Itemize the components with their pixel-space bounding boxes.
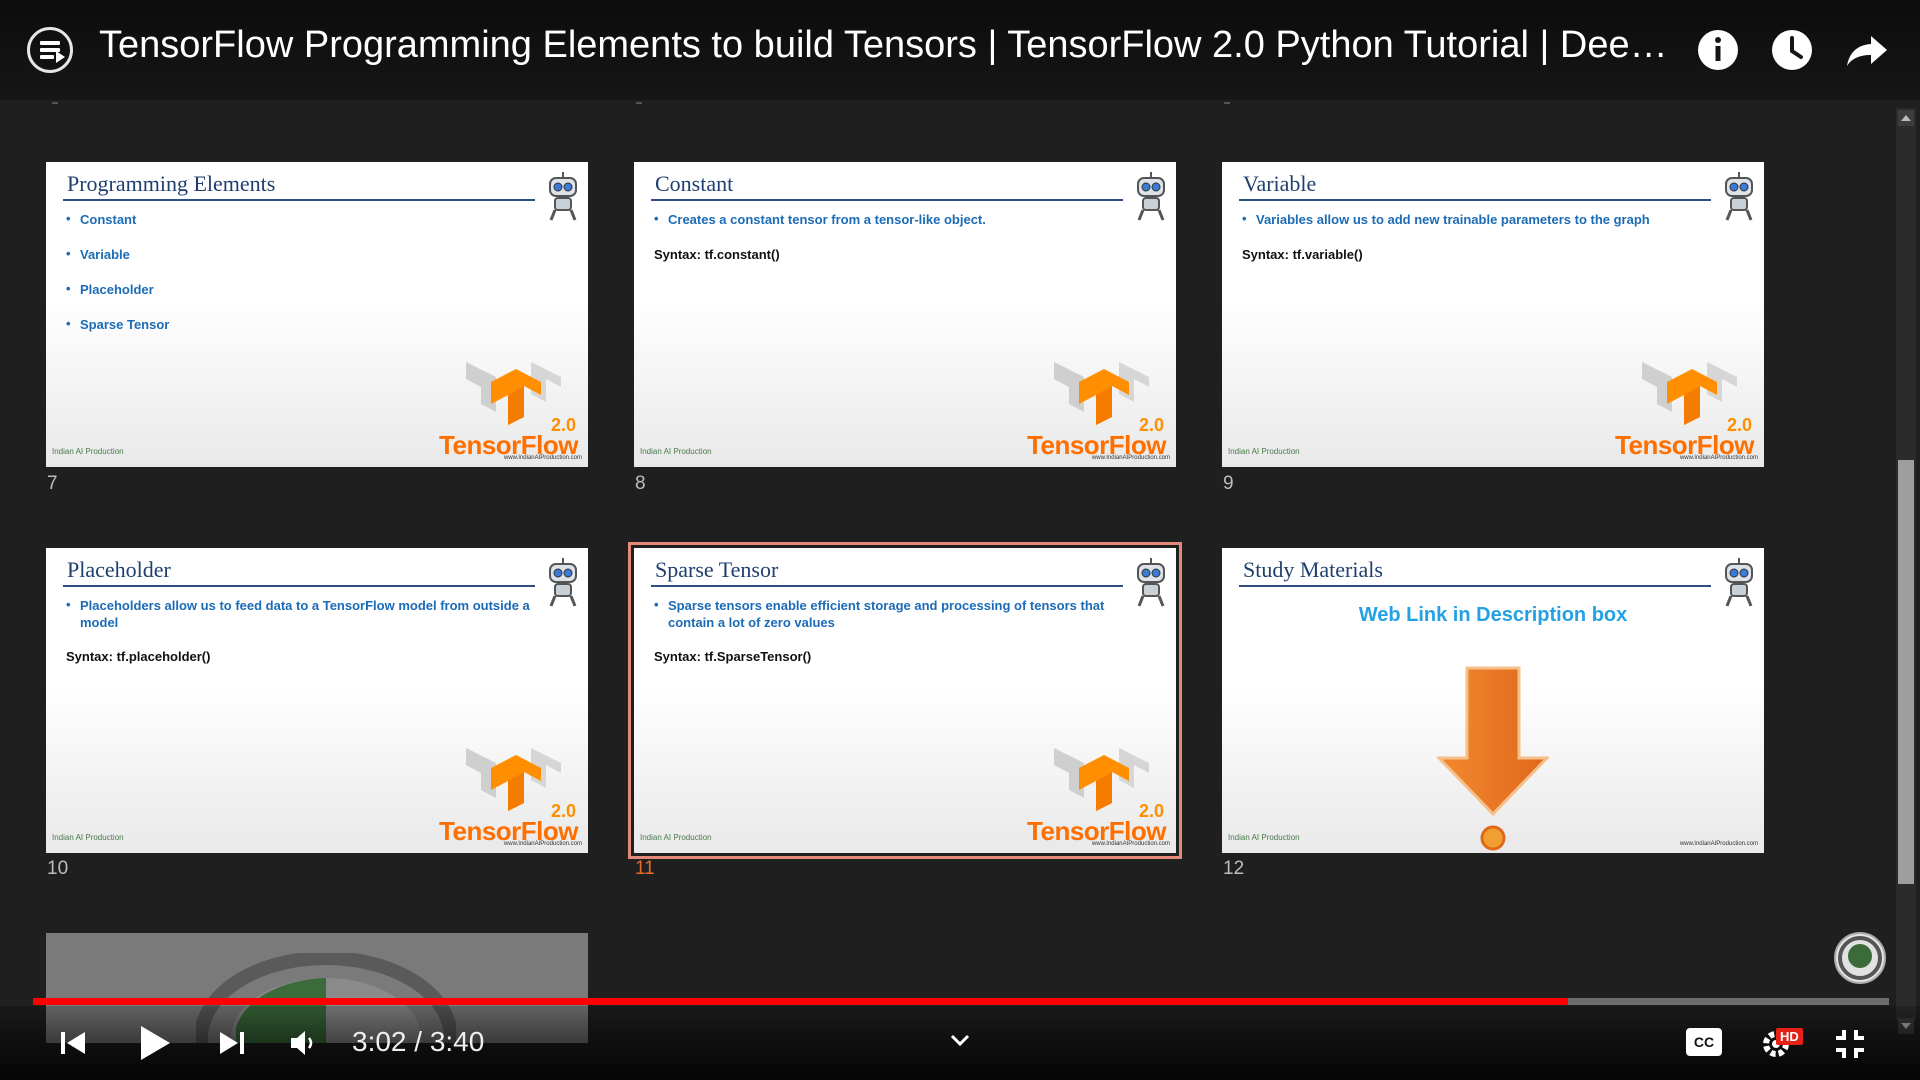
- video-title[interactable]: TensorFlow Programming Elements to build…: [99, 24, 1679, 67]
- slide-title: Constant: [655, 171, 734, 196]
- bullet-item: Sparse tensors enable efficient storage …: [654, 596, 1124, 631]
- exit-fullscreen-icon[interactable]: [1832, 1026, 1868, 1062]
- brand-footer-right: www.IndianAIProduction.com: [1091, 455, 1170, 461]
- brand-footer-right: www.IndianAIProduction.com: [1679, 841, 1758, 847]
- brand-footer-left: Indian AI Production: [640, 833, 712, 842]
- progress-played: [33, 998, 1568, 1005]
- title-rule: [651, 585, 1123, 587]
- brand-footer-right: www.IndianAIProduction.com: [503, 841, 582, 847]
- previous-icon[interactable]: [58, 1028, 88, 1058]
- slide-title: Sparse Tensor: [655, 557, 779, 582]
- bullet-item: Constant: [66, 210, 536, 228]
- title-rule: [1239, 199, 1711, 201]
- slide-number: 12: [1223, 858, 1245, 879]
- bullet-item: Variables allow us to add new trainable …: [1242, 210, 1712, 228]
- brand-footer-left: Indian AI Production: [1228, 447, 1300, 456]
- syntax-text: Syntax: tf.variable(): [1242, 247, 1363, 262]
- slide-thumbnail-8[interactable]: Constant Creates a constant tensor from …: [634, 162, 1176, 467]
- robot-icon: [549, 558, 577, 607]
- chevron-down-icon[interactable]: [948, 1028, 972, 1052]
- divider-mark: [636, 102, 642, 104]
- bullet-item: Placeholders allow us to feed data to a …: [66, 596, 536, 631]
- slide-title: Programming Elements: [67, 171, 276, 196]
- bullet-list: Sparse tensors enable efficient storage …: [654, 596, 1124, 649]
- brand-footer-right: www.IndianAIProduction.com: [1091, 841, 1170, 847]
- slide-number: 10: [47, 858, 69, 879]
- bullet-list: Creates a constant tensor from a tensor-…: [654, 210, 1124, 246]
- robot-icon: [1137, 172, 1165, 221]
- title-rule: [63, 199, 535, 201]
- bullet-list: Variables allow us to add new trainable …: [1242, 210, 1712, 246]
- slide-thumbnail-9[interactable]: Variable Variables allow us to add new t…: [1222, 162, 1764, 467]
- divider-mark: [52, 102, 58, 104]
- syntax-text: Syntax: tf.SparseTensor(): [654, 649, 812, 664]
- robot-icon: [1725, 558, 1753, 607]
- slide-number: 8: [635, 473, 646, 494]
- share-icon[interactable]: [1845, 28, 1889, 72]
- bullet-item: Variable: [66, 245, 536, 263]
- bullet-item: Placeholder: [66, 280, 536, 298]
- next-icon[interactable]: [217, 1028, 247, 1058]
- hd-badge: HD: [1776, 1028, 1803, 1045]
- brand-footer-left: Indian AI Production: [52, 447, 124, 456]
- channel-watermark-avatar[interactable]: [1834, 932, 1886, 984]
- slide-title: Variable: [1243, 171, 1317, 196]
- playlist-icon[interactable]: [27, 27, 73, 73]
- bullet-list: Placeholders allow us to feed data to a …: [66, 596, 536, 649]
- title-rule: [1239, 585, 1711, 587]
- robot-icon: [549, 172, 577, 221]
- down-arrow-icon: [1437, 666, 1549, 816]
- slide-title: Placeholder: [67, 557, 171, 582]
- slide-number-current: 11: [635, 858, 655, 879]
- slide-number: 7: [47, 473, 58, 494]
- watch-later-icon[interactable]: [1770, 28, 1814, 72]
- volume-icon[interactable]: [288, 1028, 318, 1058]
- robot-icon: [1725, 172, 1753, 221]
- brand-footer-right: www.IndianAIProduction.com: [1679, 455, 1758, 461]
- brand-footer-right: www.IndianAIProduction.com: [503, 455, 582, 461]
- slide-thumbnail-11[interactable]: Sparse Tensor Sparse tensors enable effi…: [628, 542, 1182, 859]
- bullet-item: Sparse Tensor: [66, 315, 536, 333]
- captions-button[interactable]: CC: [1686, 1028, 1722, 1056]
- slide-thumbnail-12[interactable]: Study Materials Web Link in Description …: [1222, 548, 1764, 853]
- title-rule: [651, 199, 1123, 201]
- brand-footer-left: Indian AI Production: [1228, 833, 1300, 842]
- bullet-item: Creates a constant tensor from a tensor-…: [654, 210, 1124, 228]
- title-rule: [63, 585, 535, 587]
- slide-title: Study Materials: [1243, 557, 1383, 582]
- scroll-up-arrow[interactable]: [1898, 110, 1914, 126]
- syntax-text: Syntax: tf.placeholder(): [66, 649, 211, 664]
- time-display: 3:02 / 3:40: [352, 1026, 485, 1057]
- brand-footer-left: Indian AI Production: [52, 833, 124, 842]
- info-icon[interactable]: [1696, 28, 1740, 72]
- web-link-text: Web Link in Description box: [1358, 604, 1628, 626]
- brand-badge-icon: [1480, 825, 1506, 851]
- slide-thumbnail-7[interactable]: Programming Elements Constant Variable P…: [46, 162, 588, 467]
- video-title-bar: TensorFlow Programming Elements to build…: [0, 0, 1920, 100]
- slide-thumbnail-10[interactable]: Placeholder Placeholders allow us to fee…: [46, 548, 588, 853]
- syntax-text: Syntax: tf.constant(): [654, 247, 780, 262]
- bullet-list: Constant Variable Placeholder Sparse Ten…: [66, 210, 536, 351]
- brand-footer-left: Indian AI Production: [640, 447, 712, 456]
- slide-number: 9: [1223, 473, 1234, 494]
- scrollbar-thumb[interactable]: [1898, 460, 1914, 884]
- divider-mark: [1224, 102, 1230, 104]
- play-icon[interactable]: [138, 1024, 172, 1062]
- robot-icon: [1137, 558, 1165, 607]
